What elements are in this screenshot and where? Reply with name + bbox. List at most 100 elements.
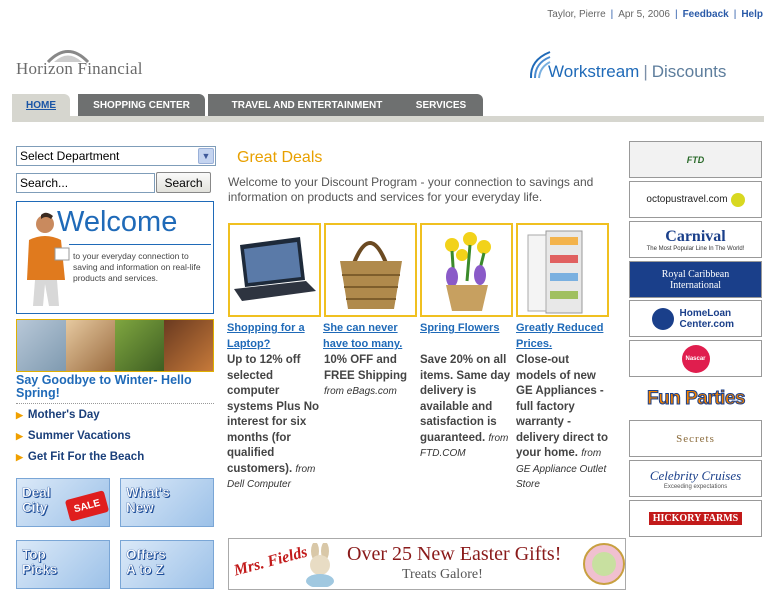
- spring-item[interactable]: ▶ Summer Vacations: [16, 430, 131, 442]
- bullet-arrow-icon: ▶: [16, 452, 23, 462]
- secrets-logo: Secrets: [676, 432, 715, 445]
- offers-a-to-z-button[interactable]: Offers A to Z: [120, 540, 214, 589]
- spring-photo-1: [17, 320, 66, 371]
- deal-desc-text: Save 20% on all items. Same day delivery…: [420, 354, 511, 444]
- refrigerator-icon: [527, 230, 583, 314]
- workstream-name: Workstream: [548, 62, 640, 81]
- nascar-logo: Nascar: [681, 344, 710, 373]
- deal-desc-handbag: 10% OFF and FREE Shipping from eBags.com: [324, 353, 418, 400]
- sponsor-secrets[interactable]: Secrets: [629, 420, 762, 457]
- chevron-down-icon[interactable]: ▼: [198, 148, 214, 164]
- page: Taylor, Pierre | Apr 5, 2006 | Feedback | Help…: [0, 0, 775, 607]
- homeloan-logo: HomeLoan Center.com: [679, 307, 734, 330]
- deal-desc-text: Up to 12% off selected computer systems …: [227, 354, 320, 475]
- homeloan-icon: [651, 307, 674, 330]
- department-select-value: Select Department: [20, 149, 120, 163]
- tab-services[interactable]: SERVICES: [399, 94, 483, 116]
- deal-link-laptop[interactable]: Shopping for a Laptop?: [227, 320, 319, 352]
- spring-item-label: Get Fit For the Beach: [27, 451, 145, 463]
- easter-headline: Over 25 New Easter Gifts!: [347, 543, 562, 565]
- deal-link-appliances[interactable]: Greatly Reduced Prices.: [516, 320, 608, 352]
- spring-photo-strip[interactable]: [16, 319, 214, 372]
- spring-item[interactable]: ▶ Mother's Day: [16, 409, 100, 421]
- welcome-text: to your everyday connection to saving an…: [73, 251, 201, 283]
- workstream-text: Workstream | Discounts: [548, 62, 727, 81]
- easter-tin-icon: [583, 543, 625, 585]
- department-select[interactable]: Select Department ▼: [16, 146, 216, 166]
- main-nav-tabs: HOME SHOPPING CENTER TRAVEL AND ENTERTAI…: [12, 94, 492, 116]
- refrigerator-image[interactable]: [516, 223, 609, 317]
- laptop-image[interactable]: [228, 223, 321, 317]
- horizon-financial-text: Horizon Financial: [16, 59, 143, 78]
- welcome-title: Welcome: [57, 206, 178, 238]
- flowers-icon: [445, 232, 491, 311]
- deal-link-handbag[interactable]: She can never have too many.: [323, 320, 413, 352]
- search-input[interactable]: Search...: [16, 173, 155, 193]
- spring-promo-title[interactable]: Say Goodbye to Winter- Hello Spring!: [16, 374, 216, 400]
- discounts-name: Discounts: [651, 62, 727, 81]
- easter-gifts-banner[interactable]: Mrs. Fields Over 25 New Easter Gifts! Tr…: [228, 538, 626, 590]
- deal-link-flowers[interactable]: Spring Flowers: [420, 320, 512, 336]
- deal-source: from eBags.com: [324, 386, 397, 397]
- deal-desc-text: Close-out models of new GE Appliances - …: [516, 354, 609, 459]
- tab-shopping-center[interactable]: SHOPPING CENTER: [78, 94, 205, 116]
- top-picks-label: Top Picks: [22, 547, 58, 577]
- sponsor-carnival[interactable]: Carnival The Most Popular Line In The Wo…: [629, 221, 762, 258]
- hickory-farms-logo: HICKORY FARMS: [648, 512, 743, 525]
- search-input-placeholder: Search...: [20, 176, 69, 190]
- spring-item[interactable]: ▶ Get Fit For the Beach: [16, 451, 144, 463]
- deal-desc-appliances: Close-out models of new GE Appliances - …: [516, 353, 610, 493]
- whats-new-button[interactable]: What's New: [120, 478, 214, 527]
- help-link[interactable]: Help: [741, 9, 763, 20]
- sponsor-celebrity-cruises[interactable]: Celebrity Cruises Exceeding expectations: [629, 460, 762, 497]
- current-date: Apr 5, 2006: [618, 9, 670, 20]
- workstream-logo: Workstream | Discounts: [528, 50, 758, 84]
- spring-item-label: Mother's Day: [27, 409, 100, 421]
- deal-desc-laptop: Up to 12% off selected computer systems …: [227, 353, 321, 493]
- handbag-image[interactable]: [324, 223, 417, 317]
- user-name: Taylor, Pierre: [547, 9, 606, 20]
- welcome-panel[interactable]: Welcome to your everyday connection to s…: [16, 201, 214, 314]
- sponsor-ftd[interactable]: FTD: [629, 141, 762, 178]
- carnival-tagline: The Most Popular Line In The World!: [646, 245, 745, 252]
- deal-city-label: Deal City: [22, 485, 51, 515]
- octopus-icon: [730, 192, 745, 207]
- tab-underline-bar: [12, 116, 764, 122]
- fun-parties-logo: Fun Parties: [647, 387, 746, 409]
- mrs-fields-logo: Mrs. Fields: [231, 543, 310, 580]
- royal-caribbean-logo: Royal Caribbean International: [661, 268, 730, 291]
- sponsor-homeloan[interactable]: HomeLoan Center.com: [629, 300, 762, 337]
- sale-tag-icon: SALE: [64, 490, 110, 522]
- tab-travel-entertainment[interactable]: TRAVEL AND ENTERTAINMENT: [208, 94, 406, 116]
- celebrity-tagline: Exceeding expectations: [663, 483, 728, 490]
- deal-desc-text: 10% OFF and FREE Shipping: [324, 354, 408, 382]
- spring-item-label: Summer Vacations: [27, 430, 131, 442]
- top-picks-button[interactable]: Top Picks: [16, 540, 110, 589]
- great-deals-title: Great Deals: [237, 149, 323, 166]
- tab-home[interactable]: HOME: [12, 94, 70, 116]
- spring-divider: [16, 403, 214, 404]
- sponsor-hickory-farms[interactable]: HICKORY FARMS: [629, 500, 762, 537]
- sponsor-nascar[interactable]: Nascar: [629, 340, 762, 377]
- deal-desc-flowers: Save 20% on all items. Same day delivery…: [420, 353, 514, 462]
- feedback-link[interactable]: Feedback: [683, 9, 729, 20]
- handbag-icon: [340, 241, 402, 309]
- ftd-logo: FTD: [686, 154, 705, 165]
- flowers-image[interactable]: [420, 223, 513, 317]
- sponsor-octopustravel[interactable]: octopustravel.com: [629, 181, 762, 218]
- bullet-arrow-icon: ▶: [16, 431, 23, 441]
- great-deals-intro: Welcome to your Discount Program - your …: [228, 175, 594, 204]
- bullet-arrow-icon: ▶: [16, 410, 23, 420]
- offers-a-to-z-label: Offers A to Z: [126, 547, 166, 577]
- sponsor-royal-caribbean[interactable]: Royal Caribbean International: [629, 261, 762, 298]
- easter-subline: Treats Galore!: [402, 567, 483, 582]
- spring-photo-4: [164, 320, 213, 371]
- spring-photo-3: [115, 320, 164, 371]
- welcome-divider: [69, 244, 211, 245]
- bunny-icon: [306, 543, 334, 587]
- horizon-financial-logo: Horizon Financial: [14, 47, 174, 83]
- deal-city-button[interactable]: Deal City SALE: [16, 478, 110, 527]
- laptop-icon: [234, 237, 316, 301]
- sponsor-fun-parties[interactable]: Fun Parties: [629, 380, 763, 417]
- search-button[interactable]: Search: [156, 172, 211, 193]
